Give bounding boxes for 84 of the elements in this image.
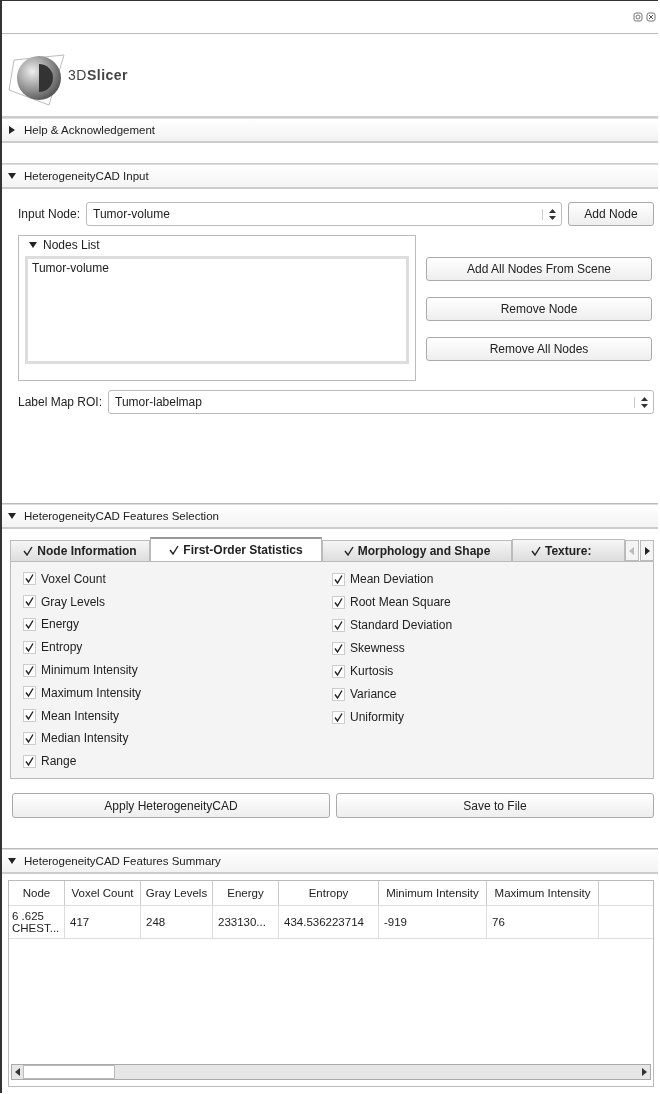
checkbox[interactable]	[23, 595, 36, 609]
checkbox[interactable]	[332, 664, 345, 678]
checkbox[interactable]	[332, 710, 345, 724]
checkbox[interactable]	[23, 731, 36, 745]
section-header[interactable]: HeterogeneityCAD Features Summary	[2, 849, 658, 874]
scroll-left-icon[interactable]	[15, 1068, 21, 1076]
checkbox[interactable]	[332, 641, 345, 655]
action-button[interactable]: Remove All Nodes	[426, 337, 652, 361]
label-map-dropdown[interactable]: Tumor-labelmap	[108, 390, 654, 414]
section-title: Help & Acknowledgement	[24, 124, 156, 136]
group-title: Nodes List	[43, 238, 100, 252]
table-cell: 248	[141, 906, 213, 938]
section-header[interactable]: Help & Acknowledgement	[2, 118, 658, 143]
checkbox-label: Kurtosis	[350, 664, 394, 678]
column-header[interactable]: Gray Levels	[141, 881, 213, 905]
action-button[interactable]: Save to File	[336, 793, 654, 818]
checkbox-label: Standard Deviation	[350, 618, 453, 632]
section-header[interactable]: HeterogeneityCAD Features Selection	[2, 504, 658, 529]
checkbox-label: Mean Intensity	[41, 708, 120, 723]
spinner-arrows-icon	[640, 396, 648, 408]
scroll-right-icon[interactable]	[640, 540, 654, 561]
checkbox-label: Maximum Intensity	[41, 685, 142, 700]
table-cell: -919	[379, 906, 487, 938]
column-header[interactable]: Voxel Count	[65, 881, 141, 905]
tab[interactable]: Morphology and Shape	[322, 540, 512, 561]
section-title: HeterogeneityCAD Features Selection	[24, 510, 219, 522]
check-icon[interactable]	[343, 546, 354, 556]
checkbox[interactable]	[23, 572, 36, 586]
table-cell: 417	[65, 906, 141, 938]
checkbox-label: Voxel Count	[41, 571, 106, 586]
close-icon[interactable]	[646, 12, 656, 22]
checkbox[interactable]	[23, 640, 36, 654]
section-header[interactable]: HeterogeneityCAD Input	[2, 164, 658, 189]
section-title: HeterogeneityCAD Input	[24, 170, 149, 182]
column-header[interactable]: Energy	[213, 881, 279, 905]
field-label: Label Map ROI:	[18, 395, 103, 409]
action-button[interactable]: Remove Node	[426, 297, 652, 321]
table-cell: 434.536223714	[279, 906, 379, 938]
checkbox-label: Mean Deviation	[350, 572, 434, 586]
checkbox[interactable]	[23, 709, 36, 723]
table-cell: 76	[487, 906, 599, 938]
checkbox[interactable]	[23, 686, 36, 700]
column-header[interactable]: Entropy	[279, 881, 379, 905]
column-header[interactable]: Node	[9, 881, 65, 905]
checkbox[interactable]	[332, 572, 345, 586]
scrollbar-thumb[interactable]	[23, 1065, 115, 1079]
checkbox-label: Minimum Intensity	[41, 663, 138, 677]
horizontal-scrollbar[interactable]	[11, 1064, 651, 1080]
app-logo-text: 3DSlicer	[68, 67, 129, 83]
checkbox-label: Skewness	[350, 641, 405, 655]
checkbox-label: Root Mean Square	[350, 595, 451, 609]
collapse-icon[interactable]	[29, 241, 37, 249]
checkbox-label: Energy	[41, 617, 80, 632]
action-button[interactable]: Apply HeterogeneityCAD	[12, 793, 330, 818]
checkbox[interactable]	[23, 754, 36, 768]
checkbox-label: Uniformity	[350, 710, 404, 724]
spinner-arrows-icon	[548, 208, 556, 220]
checkbox-label: Median Intensity	[41, 731, 129, 746]
field-label: Input Node:	[18, 207, 81, 221]
check-icon[interactable]	[531, 545, 541, 556]
checkbox[interactable]	[23, 663, 36, 677]
tab[interactable]: Texture:	[512, 539, 625, 561]
add-node-button[interactable]: Add Node	[568, 202, 654, 226]
checkbox-label: Entropy	[41, 640, 83, 655]
tab[interactable]: Node Information	[10, 540, 150, 561]
checkbox-label: Variance	[350, 687, 397, 701]
list-item[interactable]: Tumor-volume	[32, 261, 402, 275]
column-header[interactable]: Minimum Intensity	[379, 881, 487, 905]
action-button[interactable]: Add All Nodes From Scene	[426, 257, 652, 281]
table-cell: 6 .625 CHEST...	[9, 906, 65, 938]
checkbox[interactable]	[332, 618, 345, 632]
check-icon[interactable]	[23, 546, 34, 556]
checkbox[interactable]	[332, 687, 345, 701]
checkbox[interactable]	[332, 595, 345, 609]
check-icon[interactable]	[169, 545, 180, 555]
checkbox-label: Range	[41, 754, 77, 769]
tab[interactable]: First-Order Statistics	[150, 537, 322, 561]
section-title: HeterogeneityCAD Features Summary	[24, 855, 221, 867]
node-dropdown[interactable]: Tumor-volume	[86, 202, 562, 226]
checkbox[interactable]	[23, 617, 36, 631]
scroll-right-icon[interactable]	[641, 1068, 647, 1076]
column-header[interactable]: Maximum Intensity	[487, 881, 599, 905]
checkbox-label: Gray Levels	[41, 594, 106, 609]
table-cell: 233130...	[213, 906, 279, 938]
